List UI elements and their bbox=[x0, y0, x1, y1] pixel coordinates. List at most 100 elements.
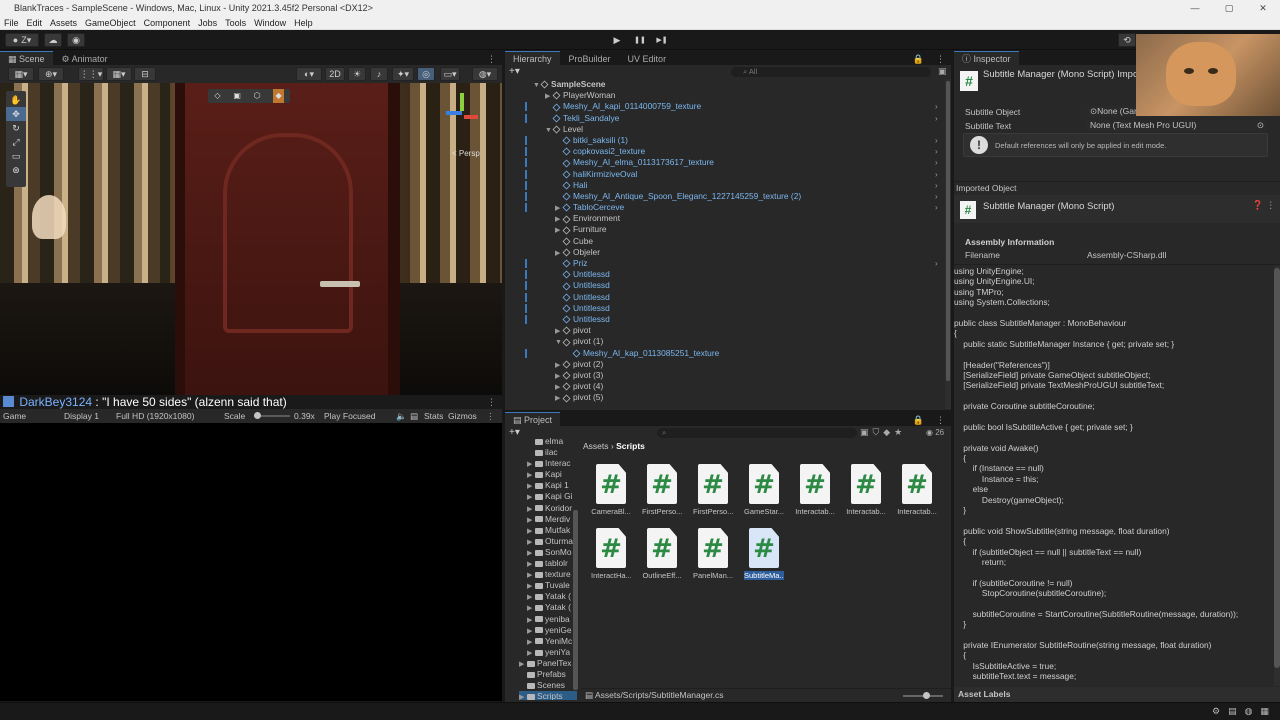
open-prefab-chevron-icon[interactable]: › bbox=[935, 191, 938, 202]
script-file[interactable]: # FirstPerso... bbox=[693, 464, 733, 516]
minimize-button[interactable]: — bbox=[1178, 3, 1212, 13]
project-filter-icons[interactable]: ▣⛉◆★ bbox=[860, 427, 906, 438]
script-file[interactable]: # Interactab... bbox=[846, 464, 886, 516]
increment-snap-button[interactable]: ⊟ bbox=[134, 67, 156, 81]
folder-item[interactable]: ▶ Oturma bbox=[519, 536, 577, 547]
folder-scrollbar[interactable] bbox=[573, 510, 578, 690]
close-button[interactable]: ✕ bbox=[1246, 3, 1280, 14]
hierarchy-item[interactable]: Untitlessd bbox=[505, 292, 945, 303]
create-add-icon[interactable]: +▾ bbox=[509, 66, 520, 77]
vertex-mode-icon[interactable]: ▣ bbox=[233, 89, 241, 103]
inspector-scroll-thumb[interactable] bbox=[1274, 268, 1280, 668]
scene-viewport[interactable]: ✋ ✥ ↻ ⤢ ▭ ⊛ ◇ ▣ ⬡ ◆ < Persp bbox=[0, 83, 502, 395]
status-icons[interactable]: ⚙▤◍▦ bbox=[1212, 706, 1277, 717]
menu-window[interactable]: Window bbox=[250, 18, 290, 28]
tab-inspector[interactable]: ⓘ Inspector bbox=[954, 51, 1019, 65]
rect-tool-icon[interactable]: ▭ bbox=[6, 149, 26, 163]
camera-icon[interactable]: ▭▾ bbox=[440, 67, 460, 81]
folder-item[interactable]: ▶ yeniYa bbox=[519, 647, 577, 658]
panel-menu-icon[interactable]: ⋮ bbox=[481, 54, 502, 65]
menu-tools[interactable]: Tools bbox=[221, 18, 250, 28]
open-prefab-chevron-icon[interactable]: › bbox=[935, 180, 938, 191]
hierarchy-item[interactable]: Meshy_AI_elma_0113173617_texture › bbox=[505, 157, 945, 168]
hierarchy-item[interactable]: Untitlessd bbox=[505, 280, 945, 291]
open-prefab-chevron-icon[interactable]: › bbox=[935, 157, 938, 168]
stats-icon[interactable]: ▤ bbox=[410, 411, 424, 422]
scene-root-item[interactable]: ▼ SampleScene bbox=[505, 79, 945, 90]
rotate-tool-icon[interactable]: ↻ bbox=[6, 121, 26, 135]
speaker-icon[interactable]: 🔈 bbox=[396, 411, 410, 422]
hierarchy-item[interactable]: copkovasi2_texture › bbox=[505, 146, 945, 157]
hierarchy-scroll-thumb[interactable] bbox=[946, 81, 950, 381]
folder-item[interactable]: ▶ Mutfak bbox=[519, 525, 577, 536]
grid-button[interactable]: ▦▾ bbox=[106, 67, 132, 81]
chat-menu-icon[interactable]: ⋮ bbox=[487, 395, 496, 409]
account-button[interactable]: ● Z ▾ bbox=[5, 33, 39, 47]
folder-expand-arrow-icon[interactable]: ▶ bbox=[519, 692, 527, 700]
script-file[interactable]: # FirstPerso... bbox=[642, 464, 682, 516]
scale-slider-handle[interactable] bbox=[254, 412, 261, 419]
project-lock-icon[interactable]: 🔒 bbox=[907, 415, 930, 426]
game-viewport[interactable] bbox=[0, 423, 502, 701]
folder-item[interactable]: ▶ Kapi 1 bbox=[519, 480, 577, 491]
gizmos-button[interactable]: Gizmos bbox=[448, 411, 486, 421]
resolution-select[interactable]: Full HD (1920x1080) bbox=[116, 411, 224, 421]
open-prefab-chevron-icon[interactable]: › bbox=[935, 101, 938, 112]
folder-item[interactable]: ilac bbox=[519, 447, 577, 458]
folder-item[interactable]: ▶ YeniMc bbox=[519, 636, 577, 647]
hierarchy-item[interactable]: Cube bbox=[505, 236, 945, 247]
icon-size-slider-handle[interactable] bbox=[923, 692, 930, 699]
mode-2d-button[interactable]: 2D bbox=[325, 67, 345, 81]
hierarchy-item[interactable]: Meshy_AI_Antique_Spoon_Eleganc_122714525… bbox=[505, 191, 945, 202]
play-button[interactable]: ▶ bbox=[607, 33, 627, 47]
script-file[interactable]: # InteractHa... bbox=[591, 528, 631, 580]
menu-help[interactable]: Help bbox=[290, 18, 317, 28]
hierarchy-item[interactable]: ▶ PlayerWoman bbox=[505, 90, 945, 101]
face-mode-icon[interactable]: ◆ bbox=[273, 89, 284, 103]
menu-jobs[interactable]: Jobs bbox=[194, 18, 221, 28]
folder-item[interactable]: elma bbox=[519, 436, 577, 447]
draw-mode-button[interactable]: ▦▾ bbox=[8, 67, 34, 81]
hierarchy-item[interactable]: ▶ TabloCerceve › bbox=[505, 202, 945, 213]
tab-uv-editor[interactable]: UV Editor bbox=[619, 51, 675, 65]
cloud-icon[interactable]: ☁ bbox=[44, 33, 62, 47]
menu-component[interactable]: Component bbox=[140, 18, 195, 28]
game-menu-icon[interactable]: ⋮ bbox=[486, 411, 496, 422]
script-file[interactable]: # Interactab... bbox=[795, 464, 835, 516]
scene-gizmo[interactable] bbox=[440, 93, 484, 137]
menu-gameobject[interactable]: GameObject bbox=[81, 18, 140, 28]
script-file[interactable]: # SubtitleMa... bbox=[744, 528, 784, 580]
folder-item[interactable]: ▶ Koridor bbox=[519, 503, 577, 514]
open-prefab-chevron-icon[interactable]: › bbox=[935, 202, 938, 213]
visibility-icon[interactable]: ◎ bbox=[417, 67, 435, 81]
tab-hierarchy[interactable]: Hierarchy bbox=[505, 51, 560, 65]
search-options-icon[interactable]: ▣ bbox=[938, 66, 947, 77]
display-select[interactable]: Display 1 bbox=[64, 411, 116, 421]
move-tool-icon[interactable]: ✥ bbox=[6, 107, 26, 121]
script-file[interactable]: # PanelMan... bbox=[693, 528, 733, 580]
audio-icon[interactable]: ♪ bbox=[370, 67, 388, 81]
pause-button[interactable]: ❚❚ bbox=[629, 33, 651, 47]
hierarchy-menu-icon[interactable]: ⋮ bbox=[930, 54, 951, 65]
folder-item[interactable]: ▶ Yatak ( bbox=[519, 591, 577, 602]
help-settings-icons[interactable]: ❓⋮ bbox=[1252, 200, 1278, 211]
expand-arrow-icon[interactable]: ▶ bbox=[555, 393, 563, 404]
tab-animator[interactable]: ⚙ Animator bbox=[53, 51, 116, 65]
hierarchy-item[interactable]: Hali › bbox=[505, 180, 945, 191]
folder-item[interactable]: ▶ Interac bbox=[519, 458, 577, 469]
effects-icon[interactable]: ✦▾ bbox=[392, 67, 414, 81]
hierarchy-scrollbar[interactable] bbox=[945, 79, 951, 409]
hierarchy-item[interactable]: ▶ Environment bbox=[505, 213, 945, 224]
lighting-icon[interactable]: ☀ bbox=[348, 67, 366, 81]
breadcrumb-scripts[interactable]: Scripts bbox=[616, 441, 645, 451]
folder-item[interactable]: ▶ yeniba bbox=[519, 614, 577, 625]
folder-item[interactable]: ▶ yeniGe bbox=[519, 625, 577, 636]
hierarchy-item[interactable]: ▶ pivot (4) bbox=[505, 381, 945, 392]
script-file[interactable]: # Interactab... bbox=[897, 464, 937, 516]
lock-icon[interactable]: 🔒 bbox=[907, 54, 930, 65]
grid-snap-button[interactable]: ⋮⋮▾ bbox=[78, 67, 104, 81]
hierarchy-item[interactable]: ▶ Objeler bbox=[505, 247, 945, 258]
tab-scene[interactable]: ▦ Scene bbox=[0, 51, 53, 65]
stats-button[interactable]: Stats bbox=[424, 411, 448, 421]
transform-tool-icon[interactable]: ⊛ bbox=[6, 163, 26, 177]
